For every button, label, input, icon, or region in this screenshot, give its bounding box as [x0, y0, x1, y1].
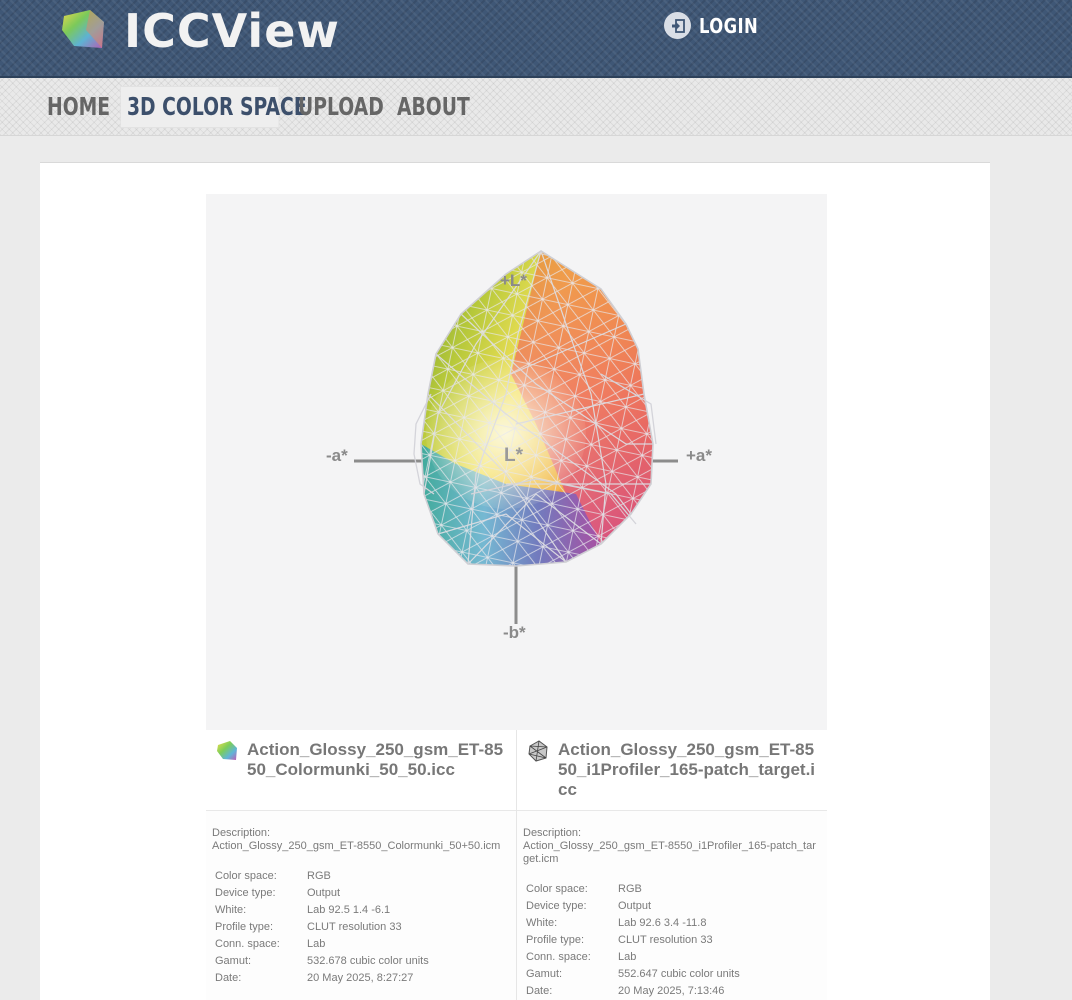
info-row: Gamut: 552.647 cubic color units [523, 965, 743, 982]
info-value: RGB [618, 882, 642, 895]
info-value: Output [618, 899, 652, 912]
info-key: Device type: [526, 899, 587, 912]
login-label: LOGIN [699, 13, 759, 38]
info-row: Date: 20 May 2025, 8:27:27 [212, 969, 432, 986]
info-key: Color space: [215, 869, 277, 882]
site-header: ICCView LOGIN [0, 0, 1072, 78]
info-value: 20 May 2025, 8:27:27 [307, 971, 414, 984]
info-key: Color space: [526, 882, 588, 895]
profile-title-row: Action_Glossy_250_gsm_ET-8550_Colormunki… [206, 730, 516, 811]
axis-label-minus-a: -a* [326, 446, 348, 465]
info-value: Lab 92.6 3.4 -11.8 [618, 916, 707, 929]
nav-upload[interactable]: UPLOAD [292, 87, 390, 127]
info-row: Conn. space: Lab [212, 935, 432, 952]
info-row: White: Lab 92.5 1.4 -6.1 [212, 901, 432, 918]
login-button[interactable]: LOGIN [664, 12, 771, 39]
profile-card-1: Action_Glossy_250_gsm_ET-8550_Colormunki… [206, 730, 517, 1000]
axis-label-plus-l: +L* [500, 271, 527, 290]
profile-info-table: Color space: RGB Device type: Output White… [523, 880, 743, 999]
info-value: 20 May 2025, 7:13:46 [618, 984, 725, 997]
profile-details: Description: Action_Glossy_250_gsm_ET-85… [517, 811, 827, 1000]
info-value: 532.678 cubic color units [307, 954, 429, 967]
info-row: Profile type: CLUT resolution 33 [523, 931, 743, 948]
info-key: White: [215, 903, 247, 916]
axis-label-minus-b: -b* [503, 623, 526, 642]
info-value: Lab 92.5 1.4 -6.1 [307, 903, 391, 916]
nav-home[interactable]: HOME [41, 87, 116, 127]
gamut-solid [413, 250, 657, 567]
description-label: Description: [523, 827, 582, 839]
sign-in-icon [664, 12, 691, 39]
gamut-cube-logo-icon[interactable] [60, 8, 108, 52]
info-row: White: Lab 92.6 3.4 -11.8 [523, 914, 743, 931]
wireframe-gamut-icon[interactable] [527, 740, 549, 762]
solid-gamut-icon[interactable] [216, 740, 238, 762]
info-value: Lab [307, 937, 326, 950]
info-key: Conn. space: [526, 950, 591, 963]
info-row: Conn. space: Lab [523, 948, 743, 965]
info-row: Device type: Output [212, 884, 432, 901]
info-row: Device type: Output [523, 897, 743, 914]
description-label: Description: [212, 827, 271, 839]
description-value: Action_Glossy_250_gsm_ET-8550_Colormunki… [212, 840, 501, 852]
content-panel: +L* -a* +a* L* -b* Action_Glossy_250_gsm… [40, 162, 990, 1000]
info-row: Color space: RGB [523, 880, 743, 897]
info-value: Lab [618, 950, 637, 963]
profile-title-row: Action_Glossy_250_gsm_ET-8550_i1Profiler… [517, 730, 827, 811]
info-key: Gamut: [526, 967, 563, 980]
app-name[interactable]: ICCView [124, 4, 340, 58]
profile-title[interactable]: Action_Glossy_250_gsm_ET-8550_Colormunki… [247, 740, 512, 780]
info-value: RGB [307, 869, 331, 882]
info-row: Gamut: 532.678 cubic color units [212, 952, 432, 969]
profile-info-table: Color space: RGB Device type: Output White… [212, 867, 432, 986]
nav-about[interactable]: ABOUT [391, 87, 476, 127]
profile-details: Description: Action_Glossy_250_gsm_ET-85… [206, 811, 516, 1000]
info-row: Profile type: CLUT resolution 33 [212, 918, 432, 935]
info-key: Device type: [215, 886, 276, 899]
info-key: Profile type: [526, 933, 585, 946]
info-value: 552.647 cubic color units [618, 967, 740, 980]
nav-3d-color-space[interactable]: 3D COLOR SPACE [121, 87, 307, 127]
info-value: Output [307, 886, 341, 899]
info-value: CLUT resolution 33 [307, 920, 402, 933]
info-key: Profile type: [215, 920, 274, 933]
axis-label-plus-a: +a* [686, 446, 712, 465]
info-row: Color space: RGB [212, 867, 432, 884]
info-key: Conn. space: [215, 937, 280, 950]
axis-label-l-center: L* [504, 445, 524, 466]
profile-card-2: Action_Glossy_250_gsm_ET-8550_i1Profiler… [517, 730, 827, 1000]
gamut-3d-viewer[interactable]: +L* -a* +a* L* -b* [206, 194, 827, 730]
info-key: White: [526, 916, 558, 929]
description-value: Action_Glossy_250_gsm_ET-8550_i1Profiler… [523, 840, 816, 865]
info-value: CLUT resolution 33 [618, 933, 713, 946]
profile-title[interactable]: Action_Glossy_250_gsm_ET-8550_i1Profiler… [558, 740, 823, 800]
main-nav: HOME 3D COLOR SPACE UPLOAD ABOUT [0, 78, 1072, 136]
info-row: Date: 20 May 2025, 7:13:46 [523, 982, 743, 999]
info-key: Date: [526, 984, 553, 997]
info-key: Gamut: [215, 954, 252, 967]
info-key: Date: [215, 971, 242, 984]
